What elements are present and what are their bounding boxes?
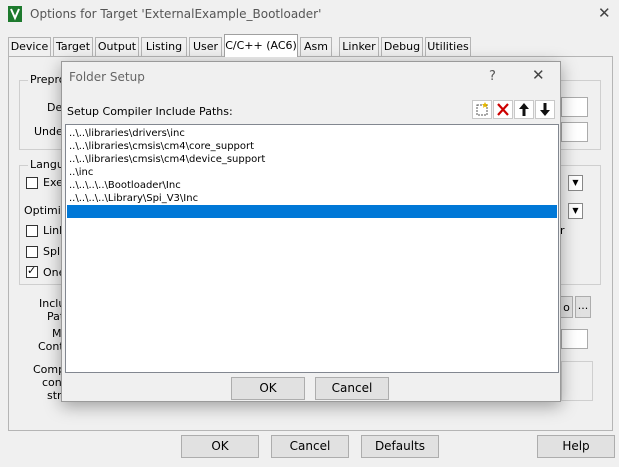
misc-controls-field[interactable] [561, 329, 588, 349]
include-paths-label: Setup Compiler Include Paths: [67, 105, 233, 118]
include-paths-list[interactable]: ..\..\libraries\drivers\inc ..\..\librar… [65, 124, 559, 373]
tab-cpp-ac6[interactable]: C/C++ (AC6) [224, 34, 298, 57]
language-combo-arrow[interactable]: ▼ [568, 175, 583, 191]
browse-partial-button[interactable]: o [560, 296, 573, 318]
list-item-selected-empty[interactable] [67, 205, 557, 218]
link-checkbox[interactable] [26, 225, 38, 237]
dialog-title: Folder Setup [69, 70, 145, 84]
list-item[interactable]: ..\..\libraries\cmsis\cm4\device_support [69, 153, 265, 166]
list-item[interactable]: ..\inc [69, 166, 93, 179]
delete-icon [497, 103, 509, 116]
tab-listing[interactable]: Listing [141, 37, 187, 56]
help-button[interactable]: Help [537, 435, 615, 458]
execute-only-checkbox[interactable] [26, 177, 38, 189]
delete-button[interactable] [493, 100, 513, 119]
dialog-cancel-button[interactable]: Cancel [315, 377, 389, 400]
cancel-button[interactable]: Cancel [271, 435, 349, 458]
optimization-combo-arrow[interactable]: ▼ [568, 203, 583, 219]
move-up-button[interactable] [514, 100, 534, 119]
undefine-label: Unde [34, 125, 63, 138]
define-field[interactable] [561, 97, 588, 117]
window-title: Options for Target 'ExternalExample_Boot… [30, 7, 322, 21]
compiler-string-box [561, 361, 593, 401]
defaults-button[interactable]: Defaults [361, 435, 439, 458]
list-item[interactable]: ..\..\..\..\Library\Spi_V3\Inc [69, 192, 198, 205]
tab-device[interactable]: Device [8, 37, 51, 56]
dialog-close-button[interactable]: ✕ [532, 67, 545, 83]
ok-button[interactable]: OK [181, 435, 259, 458]
move-up-icon [519, 103, 529, 116]
tab-asm[interactable]: Asm [300, 37, 332, 56]
list-item[interactable]: ..\..\libraries\cmsis\cm4\core_support [69, 140, 254, 153]
execute-only-label: Exe [43, 176, 63, 189]
list-item[interactable]: ..\..\..\..\Bootloader\Inc [69, 179, 181, 192]
tab-user[interactable]: User [189, 37, 222, 56]
list-item[interactable]: ..\..\libraries\drivers\inc [69, 127, 185, 140]
tab-target[interactable]: Target [53, 37, 93, 56]
tab-output[interactable]: Output [95, 37, 139, 56]
folder-setup-dialog: Folder Setup ? ✕ Setup Compiler Include … [61, 61, 561, 402]
tab-debug[interactable]: Debug [381, 37, 423, 56]
move-down-button[interactable] [535, 100, 555, 119]
undefine-field[interactable] [561, 122, 588, 142]
new-folder-icon [476, 102, 488, 116]
title-bar: Options for Target 'ExternalExample_Boot… [0, 0, 619, 30]
move-down-icon [540, 103, 550, 116]
tab-utilities[interactable]: Utilities [425, 37, 471, 56]
dialog-ok-button[interactable]: OK [231, 377, 305, 400]
one-checkbox[interactable] [26, 264, 38, 278]
keil-app-icon [8, 6, 22, 22]
split-checkbox[interactable] [26, 246, 38, 258]
new-folder-button[interactable] [472, 100, 492, 119]
tab-linker[interactable]: Linker [339, 37, 379, 56]
window-close-button[interactable]: ✕ [598, 5, 611, 21]
include-paths-ellipsis-button[interactable]: ... [575, 296, 591, 318]
dialog-help-button[interactable]: ? [489, 69, 496, 84]
